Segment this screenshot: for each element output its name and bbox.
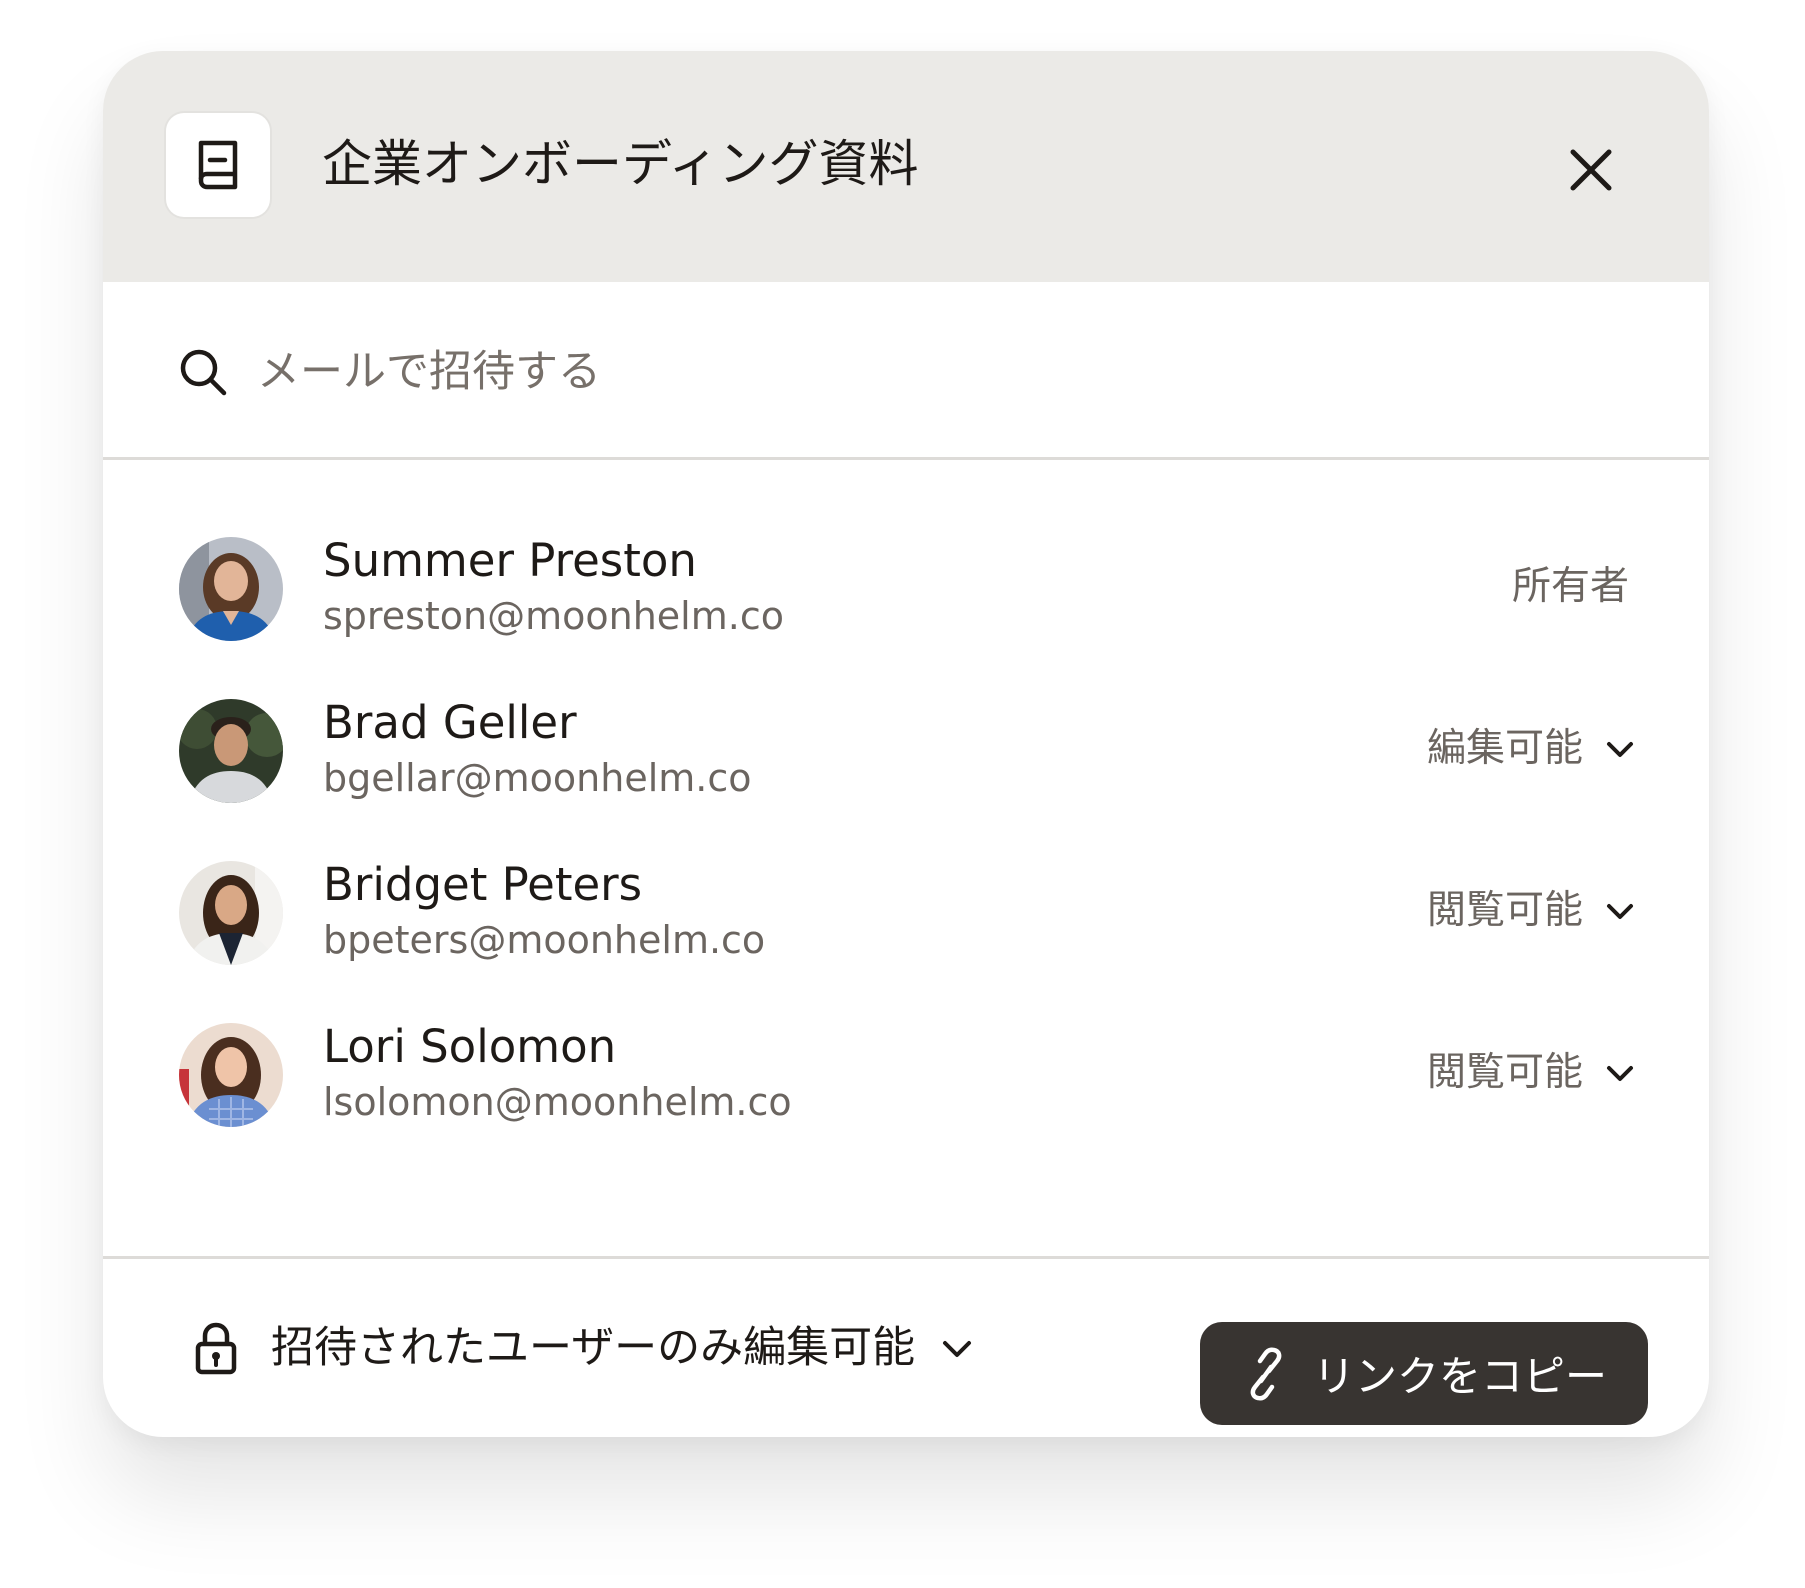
role-dropdown[interactable]: 閲覧可能 <box>1427 883 1637 939</box>
member-name: Brad Geller <box>323 696 577 749</box>
share-dialog: 企業オンボーディング資料 メールで招待する Summer Preston spr… <box>103 51 1709 1437</box>
member-name: Lori Solomon <box>323 1020 617 1073</box>
member-row: Bridget Peters bpeters@moonhelm.co 閲覧可能 <box>103 828 1709 990</box>
chevron-down-icon <box>1607 1066 1633 1081</box>
document-icon-tile <box>166 113 270 217</box>
copy-link-button[interactable]: リンクをコピー <box>1200 1322 1648 1425</box>
member-list: Summer Preston spreston@moonhelm.co 所有者 <box>103 460 1709 1259</box>
role-dropdown[interactable]: 編集可能 <box>1427 721 1637 777</box>
chevron-down-icon <box>1607 904 1633 919</box>
avatar <box>179 1023 283 1127</box>
member-name: Summer Preston <box>323 534 697 587</box>
member-row: Summer Preston spreston@moonhelm.co 所有者 <box>103 504 1709 666</box>
chevron-down-icon <box>1607 742 1633 757</box>
invite-search-row <box>103 282 1709 460</box>
book-icon <box>198 140 238 190</box>
lock-icon <box>195 1322 237 1375</box>
copy-link-label: リンクをコピー <box>1312 1352 1607 1401</box>
member-row: Lori Solomon lsolomon@moonhelm.co 閲覧可能 <box>103 990 1709 1152</box>
avatar <box>179 537 283 641</box>
dialog-title: 企業オンボーディング資料 <box>322 135 919 193</box>
role-dropdown[interactable]: 閲覧可能 <box>1427 1045 1637 1101</box>
dialog-header: 企業オンボーディング資料 <box>103 51 1709 282</box>
role-text: 閲覧可能 <box>1426 1050 1583 1095</box>
member-row: Brad Geller bgellar@moonhelm.co 編集可能 <box>103 666 1709 828</box>
close-button[interactable] <box>1553 132 1629 208</box>
link-icon <box>1250 1347 1282 1400</box>
member-email: bgellar@moonhelm.co <box>323 756 752 800</box>
member-name: Bridget Peters <box>323 858 643 911</box>
role-text: 所有者 <box>1511 564 1629 609</box>
search-icon <box>180 349 227 396</box>
role-label-owner: 所有者 <box>1512 559 1629 615</box>
member-email: spreston@moonhelm.co <box>323 594 784 638</box>
canvas: 企業オンボーディング資料 メールで招待する Summer Preston spr… <box>0 0 1805 1588</box>
dialog-footer: 招待されたユーザーのみ編集可能 リンクをコピー <box>103 1259 1709 1437</box>
close-icon <box>1570 149 1612 191</box>
member-email: bpeters@moonhelm.co <box>323 918 766 962</box>
member-email: lsolomon@moonhelm.co <box>323 1080 792 1124</box>
avatar <box>179 861 283 965</box>
avatar <box>179 699 283 803</box>
invite-email-input[interactable] <box>257 336 1557 408</box>
chevron-down-icon <box>943 1341 972 1357</box>
role-text: 閲覧可能 <box>1426 888 1583 933</box>
link-access-dropdown[interactable]: 招待されたユーザーのみ編集可能 <box>193 1303 975 1393</box>
role-text: 編集可能 <box>1426 726 1583 771</box>
link-access-label: 招待されたユーザーのみ編集可能 <box>271 1323 916 1373</box>
